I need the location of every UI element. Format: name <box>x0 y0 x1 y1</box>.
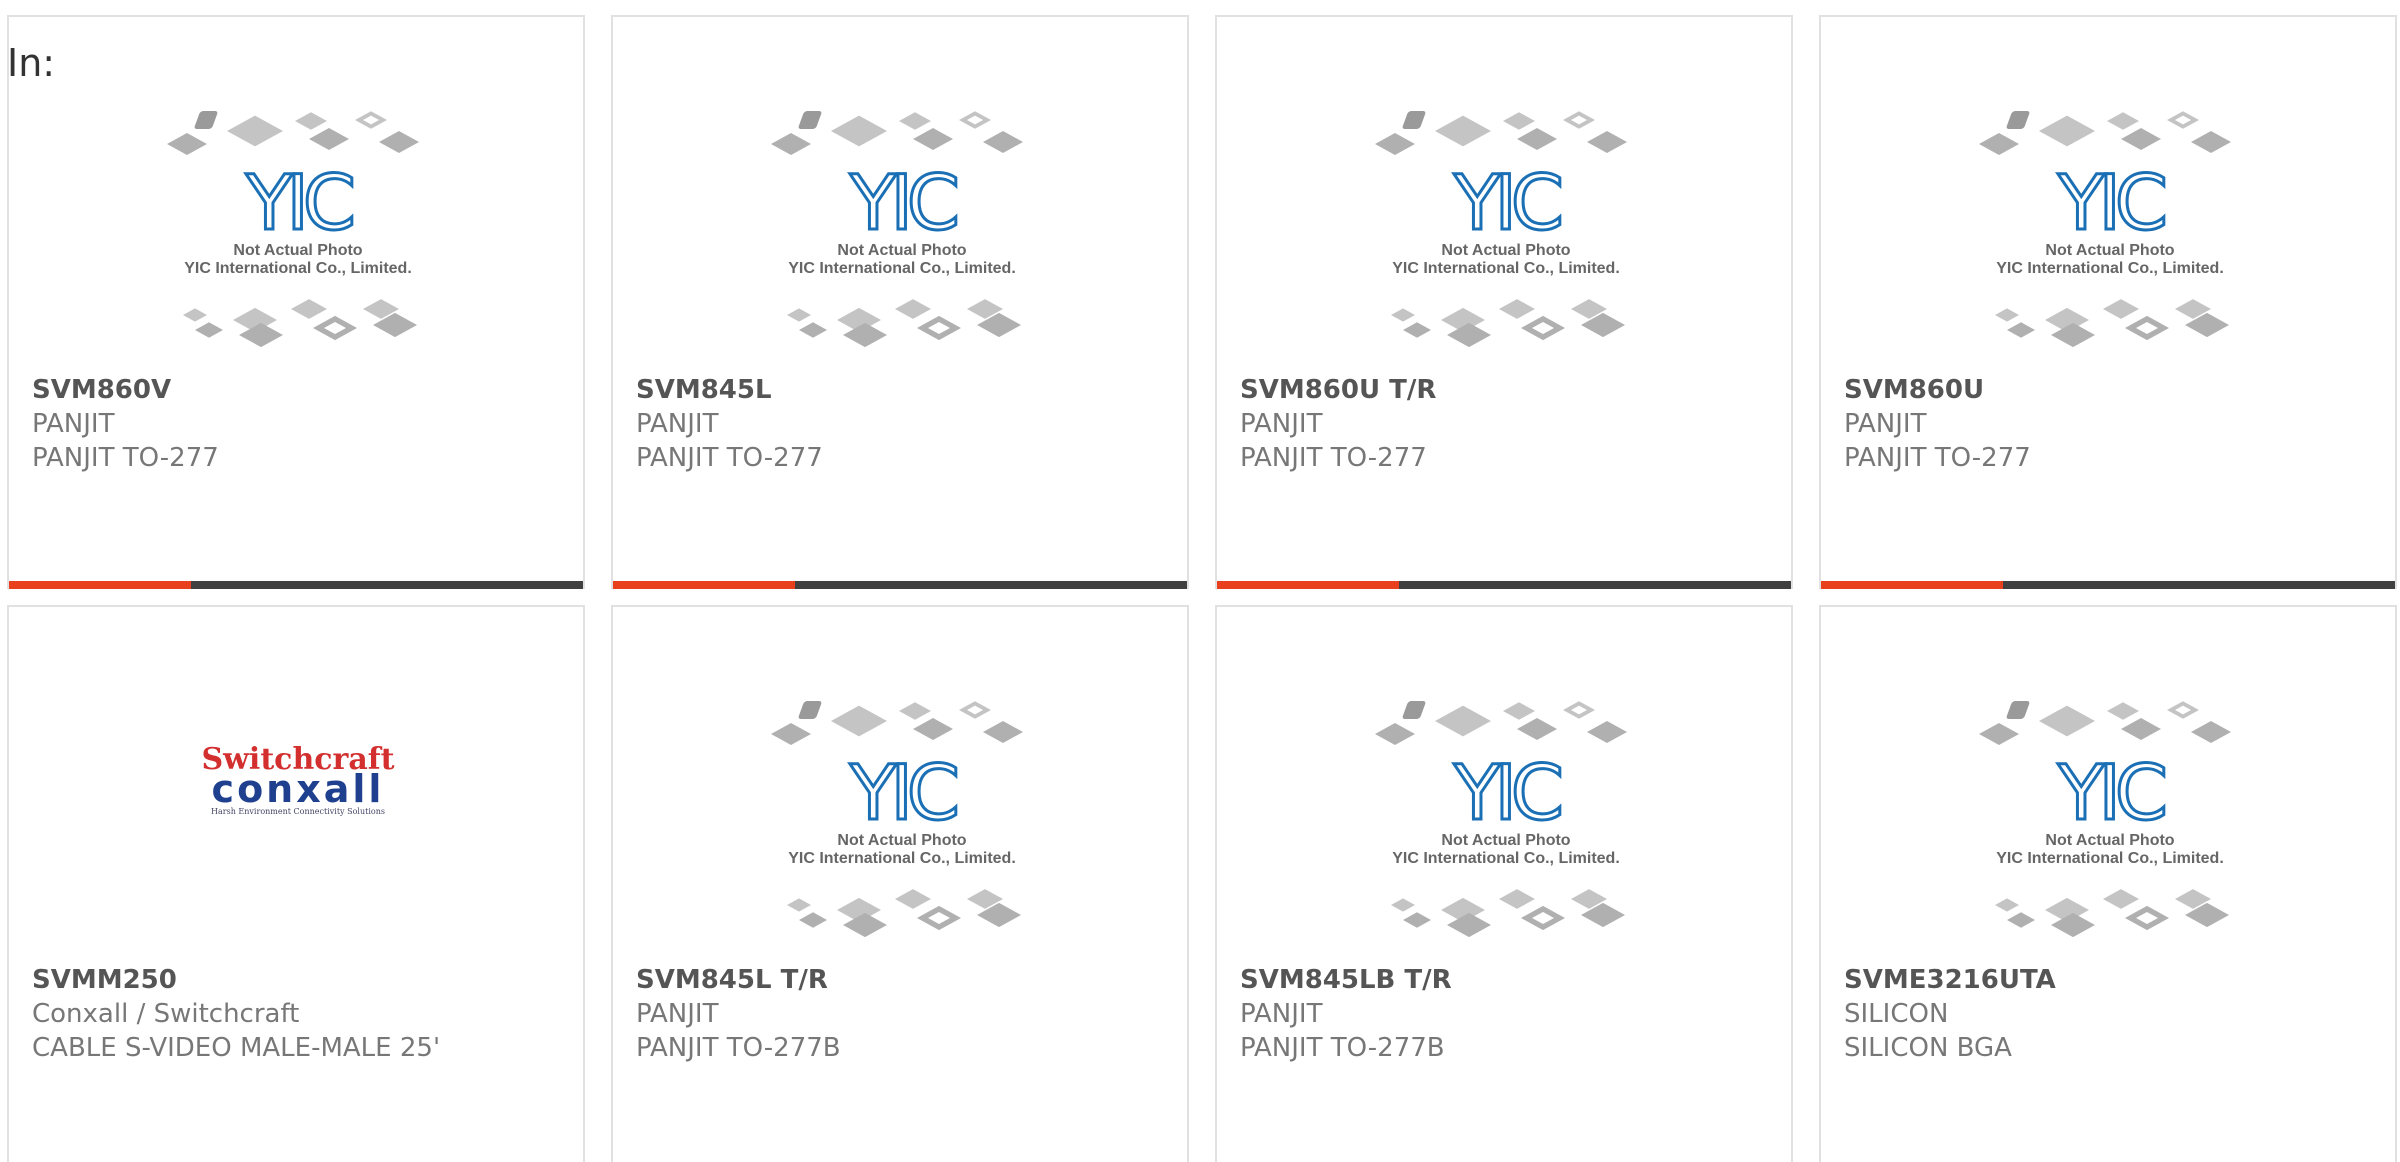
product-card[interactable]: YIC Not Actual Photo YIC International Co.… <box>1215 15 1793 589</box>
product-card[interactable]: YIC Not Actual Photo YIC International Co.… <box>611 15 1189 589</box>
product-image: YIC Not Actual Photo YIC International Co.… <box>1217 17 1791 367</box>
svg-text:Not Actual Photo: Not Actual Photo <box>2045 242 2174 259</box>
part-number[interactable]: SVM860V <box>32 373 573 407</box>
manufacturer: PANJIT <box>1240 999 1323 1029</box>
product-card[interactable]: YIC Not Actual Photo YIC International Co.… <box>1215 605 1793 1162</box>
description: SILICON BGA <box>1844 1033 2012 1063</box>
svg-text:Not Actual Photo: Not Actual Photo <box>2045 832 2174 849</box>
svg-text:YIC International Co., Limited: YIC International Co., Limited. <box>184 260 412 277</box>
part-number[interactable]: SVME3216UTA <box>1844 963 2385 997</box>
product-image: YIC Not Actual Photo YIC International Co.… <box>613 17 1187 367</box>
svg-text:conxall: conxall <box>212 767 385 811</box>
svg-text:YIC International Co., Limited: YIC International Co., Limited. <box>788 850 1016 867</box>
description: PANJIT TO-277B <box>636 1033 841 1063</box>
placeholder-image-icon: YICNot Actual PhotoYIC International Co.… <box>1375 111 1627 348</box>
svg-text:Not Actual Photo: Not Actual Photo <box>1441 242 1570 259</box>
part-number[interactable]: SVM845LB T/R <box>1240 963 1781 997</box>
part-number[interactable]: SVM845L <box>636 373 1177 407</box>
card-accent <box>613 581 795 589</box>
card-accent <box>1217 581 1399 589</box>
manufacturer: PANJIT <box>636 999 719 1029</box>
svg-text:YIC International Co., Limited: YIC International Co., Limited. <box>788 260 1016 277</box>
product-card[interactable]: YIC Not Actual Photo YIC International Co.… <box>611 605 1189 1162</box>
svg-text:Not Actual Photo: Not Actual Photo <box>837 242 966 259</box>
description: PANJIT TO-277 <box>32 443 219 473</box>
placeholder-image-icon: YICNot Actual PhotoYIC International Co.… <box>1375 701 1627 938</box>
svg-text:YIC: YIC <box>1453 158 1560 247</box>
product-card[interactable]: YIC Not Actual Photo YIC International Co.… <box>1819 15 2397 589</box>
manufacturer: PANJIT <box>1844 409 1927 439</box>
description: PANJIT TO-277 <box>1240 443 1427 473</box>
svg-text:YIC International Co., Limited: YIC International Co., Limited. <box>1996 850 2224 867</box>
switchcraft-conxall-logo: SwitchcraftconxallHarsh Environment Conn… <box>201 742 394 816</box>
placeholder-image-icon: YICNot Actual PhotoYIC International Co.… <box>771 701 1023 938</box>
part-number[interactable]: SVM845L T/R <box>636 963 1177 997</box>
card-accent <box>1821 581 2003 589</box>
svg-text:YIC: YIC <box>849 748 956 837</box>
card-bottom-bar <box>1821 581 2395 589</box>
card-bottom-bar <box>1217 581 1791 589</box>
card-accent <box>9 581 191 589</box>
card-bottom-bar <box>9 581 583 589</box>
svg-text:Not Actual Photo: Not Actual Photo <box>233 242 362 259</box>
product-card[interactable]: Switchcraft conxall Harsh Environment Conn… <box>7 605 585 1162</box>
manufacturer: PANJIT <box>636 409 719 439</box>
product-image: YIC Not Actual Photo YIC International Co.… <box>1821 607 2395 957</box>
product-image: YIC Not Actual Photo YIC International Co.… <box>613 607 1187 957</box>
svg-text:YIC: YIC <box>2057 748 2164 837</box>
svg-text:YIC: YIC <box>1453 748 1560 837</box>
manufacturer: SILICON <box>1844 999 1949 1029</box>
svg-text:YIC: YIC <box>245 158 352 247</box>
in-label: In: <box>7 41 56 85</box>
part-number[interactable]: SVMM250 <box>32 963 573 997</box>
svg-text:Not Actual Photo: Not Actual Photo <box>1441 832 1570 849</box>
svg-text:Not Actual Photo: Not Actual Photo <box>837 832 966 849</box>
product-grid-page: In: YIC Not Actual Photo YIC International… <box>0 0 2400 1162</box>
placeholder-image-icon: YICNot Actual PhotoYIC International Co.… <box>1979 701 2231 938</box>
product-image: YIC Not Actual Photo YIC International Co.… <box>1821 17 2395 367</box>
description: PANJIT TO-277 <box>1844 443 2031 473</box>
manufacturer: PANJIT <box>32 409 115 439</box>
description: CABLE S-VIDEO MALE-MALE 25' <box>32 1033 441 1063</box>
svg-text:YIC International Co., Limited: YIC International Co., Limited. <box>1996 260 2224 277</box>
svg-text:YIC International Co., Limited: YIC International Co., Limited. <box>1392 260 1620 277</box>
placeholder-image-icon: YICNot Actual PhotoYIC International Co.… <box>167 111 419 348</box>
card-bottom-bar <box>613 581 1187 589</box>
svg-text:Harsh Environment Connectivity: Harsh Environment Connectivity Solutions <box>211 807 385 816</box>
product-image: YIC Not Actual Photo YIC International Co.… <box>9 17 583 367</box>
description: PANJIT TO-277B <box>1240 1033 1445 1063</box>
svg-text:YIC International Co., Limited: YIC International Co., Limited. <box>1392 850 1620 867</box>
product-image: Switchcraft conxall Harsh Environment Conn… <box>9 607 583 957</box>
manufacturer: PANJIT <box>1240 409 1323 439</box>
manufacturer: Conxall / Switchcraft <box>32 999 300 1029</box>
product-image: YIC Not Actual Photo YIC International Co.… <box>1217 607 1791 957</box>
placeholder-image-icon: YICNot Actual PhotoYIC International Co.… <box>771 111 1023 348</box>
placeholder-image-icon: YICNot Actual PhotoYIC International Co.… <box>1979 111 2231 348</box>
description: PANJIT TO-277 <box>636 443 823 473</box>
part-number[interactable]: SVM860U <box>1844 373 2385 407</box>
product-card[interactable]: YIC Not Actual Photo YIC International Co.… <box>7 15 585 589</box>
product-card[interactable]: YIC Not Actual Photo YIC International Co.… <box>1819 605 2397 1162</box>
part-number[interactable]: SVM860U T/R <box>1240 373 1781 407</box>
svg-text:YIC: YIC <box>2057 158 2164 247</box>
svg-text:YIC: YIC <box>849 158 956 247</box>
